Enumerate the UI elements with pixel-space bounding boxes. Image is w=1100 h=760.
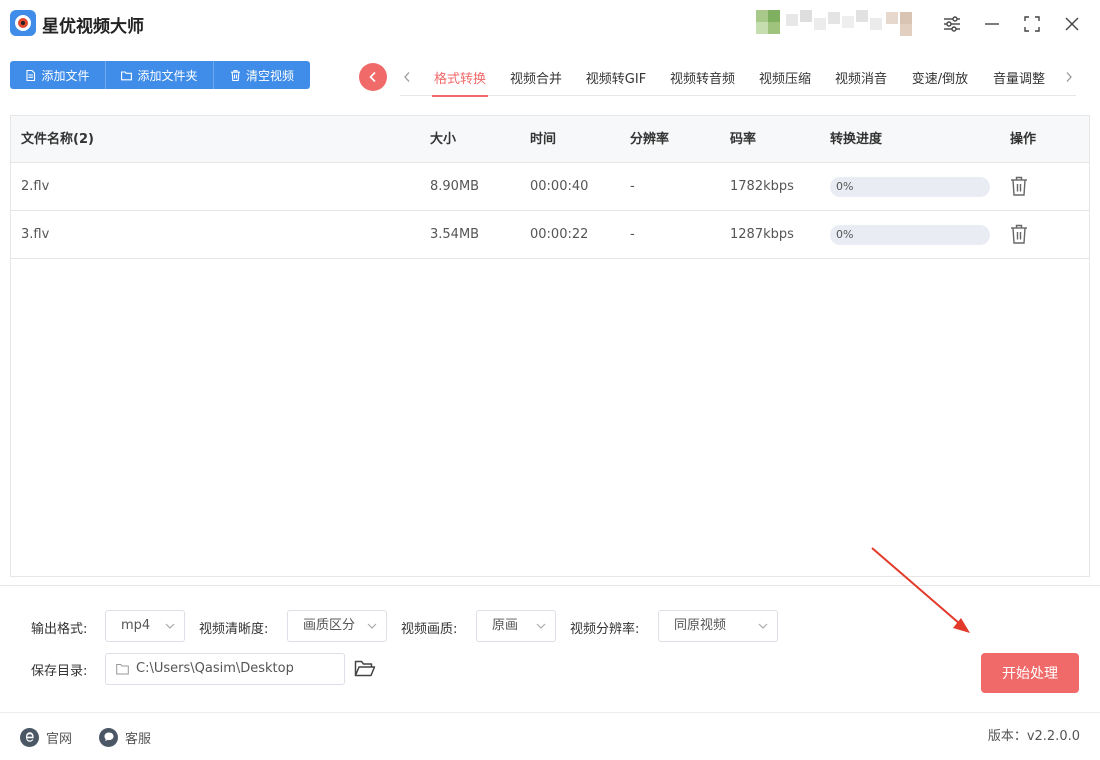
add-folder-button[interactable]: 添加文件夹 bbox=[106, 61, 214, 89]
start-processing-button[interactable]: 开始处理 bbox=[981, 653, 1079, 693]
tabs-scroll-left-icon[interactable] bbox=[400, 68, 414, 86]
table-row[interactable]: 3.flv 3.54MB 00:00:22 - 1287kbps 0% bbox=[11, 211, 1089, 259]
output-format-label: 输出格式: bbox=[31, 622, 88, 637]
footer: 官网 客服 版本：v2.2.0.0 bbox=[0, 712, 1100, 760]
file-table: 文件名称(2) 大小 时间 分辨率 码率 转换进度 操作 2.flv 8.90M… bbox=[10, 115, 1090, 577]
close-icon[interactable] bbox=[1058, 10, 1086, 38]
app-title: 星优视频大师 bbox=[42, 17, 144, 37]
header-progress: 转换进度 bbox=[830, 132, 883, 147]
tabs-scroll-right-icon[interactable] bbox=[1062, 68, 1076, 86]
row-file-name: 2.flv bbox=[21, 179, 50, 194]
chat-bubble-icon bbox=[99, 727, 118, 747]
clarity-label: 视频清晰度: bbox=[199, 622, 269, 637]
feature-tabs: 格式转换 视频合并 视频转GIF 视频转音频 视频压缩 视频消音 变速/倒放 音… bbox=[400, 58, 1076, 97]
save-dir-label: 保存目录: bbox=[31, 664, 88, 679]
progress-text: 0% bbox=[836, 180, 854, 193]
header-time: 时间 bbox=[530, 132, 557, 147]
row-time: 00:00:40 bbox=[530, 179, 589, 194]
add-folder-label: 添加文件夹 bbox=[137, 68, 198, 83]
folder-icon bbox=[116, 664, 129, 675]
tab-video-to-gif[interactable]: 视频转GIF bbox=[584, 58, 648, 96]
settings-sliders-icon[interactable] bbox=[938, 10, 966, 38]
resolution-select[interactable]: 同原视频 bbox=[658, 610, 778, 642]
row-bitrate: 1287kbps bbox=[730, 227, 794, 242]
add-file-button[interactable]: 添加文件 bbox=[10, 61, 106, 89]
progress-text: 0% bbox=[836, 228, 854, 241]
delete-row-icon[interactable] bbox=[1009, 175, 1029, 197]
table-row[interactable]: 2.flv 8.90MB 00:00:40 - 1782kbps 0% bbox=[11, 163, 1089, 211]
tab-format-convert[interactable]: 格式转换 bbox=[432, 58, 488, 97]
support-label: 客服 bbox=[125, 731, 152, 747]
add-file-label: 添加文件 bbox=[41, 68, 90, 83]
row-resolution: - bbox=[630, 179, 635, 194]
tab-video-compress[interactable]: 视频压缩 bbox=[757, 58, 813, 96]
clarity-value: 画质区分 bbox=[303, 618, 356, 633]
app-logo-icon bbox=[10, 10, 36, 36]
website-link[interactable]: 官网 bbox=[20, 727, 72, 747]
clarity-select[interactable]: 画质区分 bbox=[287, 610, 387, 642]
resolution-label: 视频分辨率: bbox=[570, 622, 640, 637]
title-bar: 星优视频大师 bbox=[0, 0, 1100, 48]
output-format-select[interactable]: mp4 bbox=[105, 610, 185, 642]
file-icon bbox=[26, 69, 36, 81]
minimize-icon[interactable] bbox=[978, 10, 1006, 38]
version-text: 版本：v2.2.0.0 bbox=[987, 729, 1080, 744]
chevron-down-icon bbox=[165, 623, 175, 629]
trash-icon bbox=[230, 69, 240, 81]
file-toolbar: 添加文件 添加文件夹 清空视频 bbox=[10, 61, 310, 89]
chevron-left-icon bbox=[369, 71, 376, 83]
row-bitrate: 1782kbps bbox=[730, 179, 794, 194]
folder-icon bbox=[121, 70, 133, 80]
ie-icon bbox=[20, 727, 39, 747]
delete-row-icon[interactable] bbox=[1009, 223, 1029, 245]
header-file-name: 文件名称(2) bbox=[21, 132, 94, 147]
collapse-panel-button[interactable] bbox=[359, 63, 387, 91]
open-folder-icon[interactable] bbox=[354, 658, 376, 678]
resolution-value: 同原视频 bbox=[674, 618, 727, 633]
progress-bar: 0% bbox=[830, 177, 990, 197]
clear-videos-button[interactable]: 清空视频 bbox=[214, 61, 310, 89]
output-format-value: mp4 bbox=[121, 618, 151, 633]
clear-videos-label: 清空视频 bbox=[245, 68, 294, 83]
table-header: 文件名称(2) 大小 时间 分辨率 码率 转换进度 操作 bbox=[11, 116, 1089, 163]
tab-volume-adjust[interactable]: 音量调整 bbox=[991, 58, 1047, 96]
table-empty-area bbox=[11, 260, 1089, 576]
tab-video-mute[interactable]: 视频消音 bbox=[833, 58, 889, 96]
output-settings-panel: 输出格式: mp4 视频清晰度: 画质区分 视频画质: 原画 视频分辨率: 同原… bbox=[0, 585, 1100, 711]
tab-video-merge[interactable]: 视频合并 bbox=[508, 58, 564, 96]
chevron-down-icon bbox=[758, 623, 768, 629]
quality-value: 原画 bbox=[492, 618, 519, 633]
maximize-icon[interactable] bbox=[1018, 10, 1046, 38]
progress-bar: 0% bbox=[830, 225, 990, 245]
row-size: 3.54MB bbox=[430, 227, 480, 242]
quality-label: 视频画质: bbox=[401, 622, 458, 637]
save-dir-input[interactable]: C:\Users\Qasim\Desktop bbox=[105, 653, 345, 685]
support-link[interactable]: 客服 bbox=[99, 727, 151, 747]
chevron-down-icon bbox=[536, 623, 546, 629]
row-resolution: - bbox=[630, 227, 635, 242]
website-label: 官网 bbox=[46, 731, 73, 747]
save-dir-value: C:\Users\Qasim\Desktop bbox=[136, 661, 294, 676]
tab-speed-reverse[interactable]: 变速/倒放 bbox=[909, 58, 971, 96]
header-resolution: 分辨率 bbox=[630, 132, 670, 147]
header-size: 大小 bbox=[430, 132, 457, 147]
user-avatar[interactable] bbox=[756, 10, 924, 38]
header-bitrate: 码率 bbox=[730, 132, 757, 147]
row-size: 8.90MB bbox=[430, 179, 480, 194]
quality-select[interactable]: 原画 bbox=[476, 610, 556, 642]
row-file-name: 3.flv bbox=[21, 227, 50, 242]
tab-video-to-audio[interactable]: 视频转音频 bbox=[667, 58, 738, 96]
header-action: 操作 bbox=[1010, 132, 1037, 147]
chevron-down-icon bbox=[367, 623, 377, 629]
row-time: 00:00:22 bbox=[530, 227, 589, 242]
